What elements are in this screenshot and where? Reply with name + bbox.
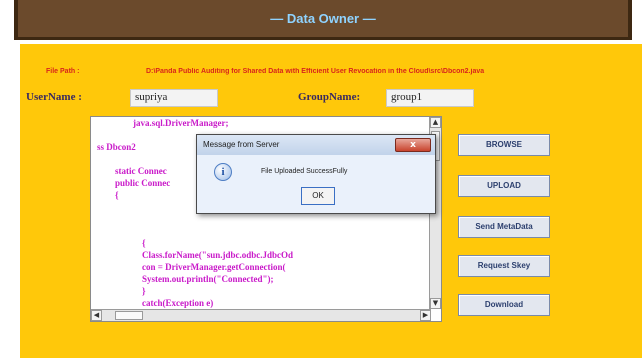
dialog-title: Message from Server <box>203 140 280 149</box>
scroll-right-icon[interactable]: ▶ <box>420 310 431 321</box>
browse-button[interactable]: BROWSE <box>458 134 550 156</box>
horizontal-scroll-thumb[interactable] <box>115 311 143 320</box>
download-button[interactable]: Download <box>458 294 550 316</box>
code-line: java.sql.DriverManager; <box>97 118 229 128</box>
groupname-label: GroupName: <box>298 91 361 103</box>
ok-button[interactable]: OK <box>301 187 335 205</box>
scroll-left-icon[interactable]: ◀ <box>91 310 102 321</box>
close-icon[interactable]: x <box>395 138 431 152</box>
scroll-up-icon[interactable]: ▲ <box>430 117 441 128</box>
dialog-message: File Uploaded SuccessFully <box>261 168 348 175</box>
scroll-down-icon[interactable]: ▼ <box>430 298 441 309</box>
title-banner: — Data Owner — <box>14 0 632 40</box>
code-line: con = DriverManager.getConnection( <box>97 262 286 272</box>
username-field[interactable]: supriya <box>130 89 218 107</box>
send-metadata-button[interactable]: Send MetaData <box>458 216 550 238</box>
code-line: } <box>97 286 146 296</box>
username-label: UserName : <box>26 91 82 103</box>
upload-button[interactable]: UPLOAD <box>458 175 550 197</box>
horizontal-scrollbar[interactable]: ◀ ▶ <box>91 309 431 321</box>
groupname-field[interactable]: group1 <box>386 89 474 107</box>
filepath-label: File Path : <box>46 68 80 75</box>
window-title-bar: — Data Owner — <box>0 0 642 44</box>
code-line: System.out.println("Connected"); <box>97 274 274 284</box>
info-icon: i <box>214 163 232 181</box>
code-line: Class.forName("sun.jdbc.odbc.JdbcOd <box>97 250 294 260</box>
code-line: { <box>97 238 146 248</box>
filepath-value: D:\Panda Public Auditing for Shared Data… <box>146 68 485 75</box>
dialog-title-bar[interactable]: Message from Server x <box>197 135 435 155</box>
request-skey-button[interactable]: Request Skey <box>458 255 550 277</box>
code-line: catch(Exception e) <box>97 298 214 308</box>
message-dialog: Message from Server x i File Uploaded Su… <box>196 134 436 214</box>
window-title: — Data Owner — <box>270 11 376 26</box>
